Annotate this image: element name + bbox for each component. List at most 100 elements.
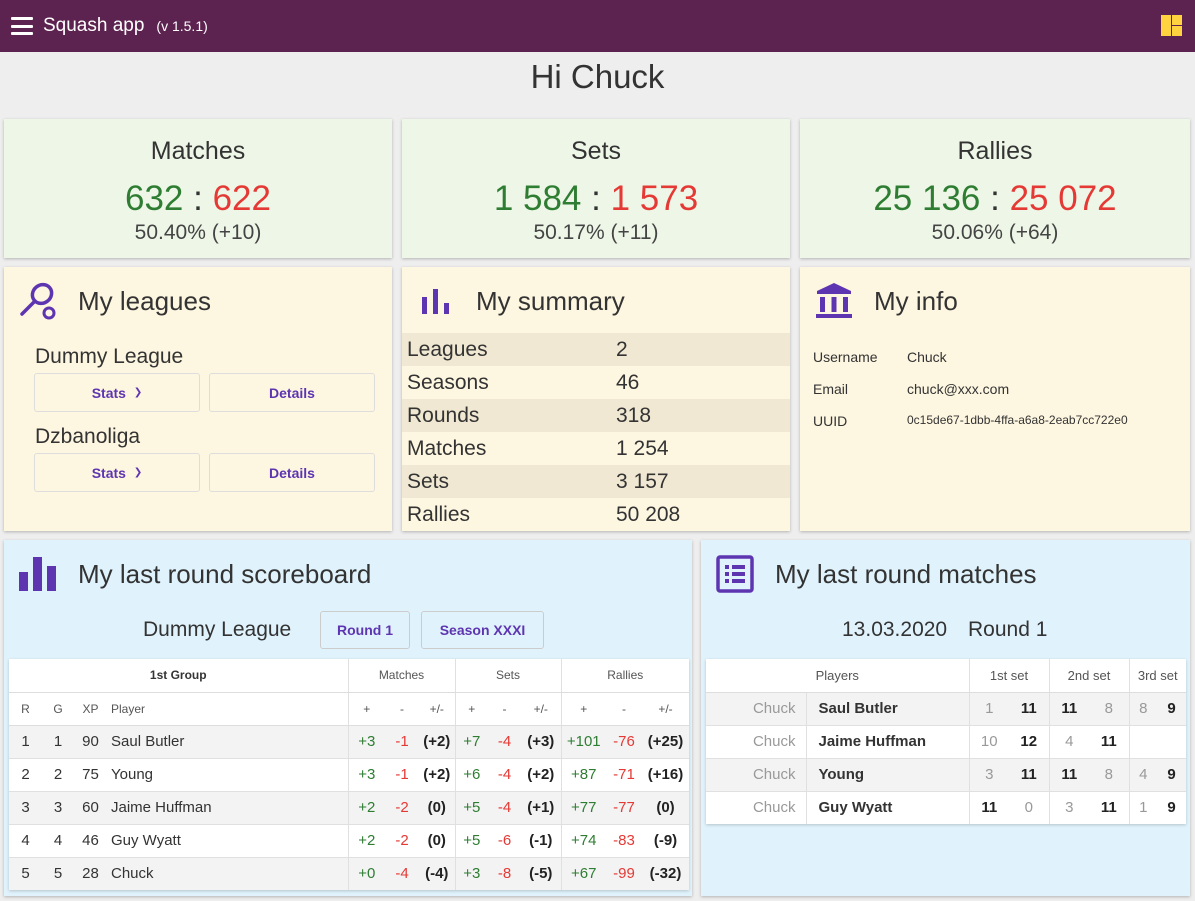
bar-chart-icon (422, 289, 449, 314)
summary-row: Leagues 2 (402, 333, 790, 366)
matches-stat-card: Matches 632 : 622 50.40% (+10) (4, 119, 392, 258)
season-button[interactable]: Season XXXI (421, 611, 544, 649)
table-cell: 4 (9, 823, 42, 857)
table-cell: -71 (606, 757, 642, 791)
table-cell: 60 (74, 790, 107, 824)
summary-key: Rounds (407, 403, 480, 427)
info-key: Email (813, 381, 849, 397)
set-score: 8 (1128, 691, 1157, 725)
table-cell: +101 (560, 724, 606, 758)
set-score: 9 (1157, 757, 1186, 791)
set-score: 0 (1009, 790, 1049, 824)
player-name: Guy Wyatt (107, 823, 348, 857)
group-header: 1st Group (9, 659, 348, 693)
table-cell: -4 (488, 757, 521, 791)
set-score: 11 (1089, 790, 1129, 824)
button-label: Stats (91, 384, 126, 401)
card-title: My leagues (78, 285, 211, 316)
lost-value: 25 072 (1009, 179, 1117, 218)
won-value: 1 584 (493, 179, 582, 218)
bank-icon (816, 283, 852, 318)
bar-chart-icon (19, 557, 56, 591)
set-score: 3 (1048, 790, 1089, 824)
table-cell: +7 (454, 724, 488, 758)
set-score: 11 (1009, 757, 1049, 791)
stat-title: Matches (150, 137, 246, 165)
table-cell: -4 (488, 790, 521, 824)
set-score (1157, 724, 1186, 758)
table-cell: (-4) (419, 856, 455, 890)
stat-percentage: 50.40% (+10) (134, 221, 262, 244)
table-row: 1 1 90 Saul Butler +3 -1 (+2) +7 -4 (+3) +101 -76 (+… (9, 724, 689, 758)
table-cell: -4 (385, 856, 419, 890)
my-leagues-card: My leagues Dummy League Stats ❯ Details D… (4, 267, 392, 531)
table-cell: -76 (606, 724, 642, 758)
menu-icon[interactable] (11, 17, 33, 35)
table-cell: +2 (347, 790, 385, 824)
my-name: Chuck (706, 724, 806, 758)
set-score: 11 (1009, 691, 1049, 725)
set-score: 12 (1009, 724, 1049, 758)
summary-value: 318 (616, 403, 652, 427)
round-button[interactable]: Round 1 (320, 611, 410, 649)
table-cell: 46 (74, 823, 107, 857)
table-cell: +74 (560, 823, 606, 857)
dashboard-icon[interactable] (1161, 15, 1182, 36)
table-cell: (+25) (642, 724, 689, 758)
set-score: 9 (1157, 790, 1186, 824)
summary-value: 3 157 (616, 469, 669, 493)
sets-stat-card: Sets 1 584 : 1 573 50.17% (+11) (402, 119, 790, 258)
set3-header: 3rd set (1128, 659, 1186, 693)
column-header: + (560, 692, 606, 726)
table-cell: +67 (560, 856, 606, 890)
table-cell: 5 (42, 856, 74, 890)
card-title: My summary (476, 285, 625, 316)
stat-score: 1 584 : 1 573 (493, 179, 699, 218)
set2-header: 2nd set (1048, 659, 1129, 693)
button-label: Stats (91, 464, 126, 481)
table-cell: -1 (385, 724, 419, 758)
player-name: Saul Butler (107, 724, 348, 758)
set1-header: 1st set (968, 659, 1049, 693)
table-cell: (+2) (419, 757, 455, 791)
table-row: 2 2 75 Young +3 -1 (+2) +6 -4 (+2) +87 -71 (+16) (9, 757, 689, 791)
set-score: 11 (1089, 724, 1129, 758)
column-header: - (385, 692, 419, 726)
stat-score: 25 136 : 25 072 (873, 179, 1117, 218)
stats-button[interactable]: Stats ❯ (34, 453, 200, 492)
summary-key: Leagues (407, 337, 488, 361)
matches-header: Matches (347, 659, 455, 693)
league-name: Dummy League (143, 618, 292, 641)
table-cell: 5 (9, 856, 42, 890)
chevron-down-icon: ❯ (133, 387, 143, 398)
table-cell: (0) (419, 823, 455, 857)
stats-button[interactable]: Stats ❯ (34, 373, 200, 412)
info-row-uuid: UUID 0c15de67-1dbb-4ffa-a6a8-2eab7cc722e0 (813, 413, 1128, 429)
top-bar: Squash app (v 1.5.1) (0, 0, 1195, 52)
table-row: 5 5 28 Chuck +0 -4 (-4) +3 -8 (-5) +67 -99 (-32) (9, 856, 689, 890)
column-header: + (454, 692, 488, 726)
table-cell: 3 (42, 790, 74, 824)
set-score: 9 (1157, 691, 1186, 725)
table-cell: -8 (488, 856, 521, 890)
details-button[interactable]: Details (209, 373, 375, 412)
table-cell: (-1) (521, 823, 561, 857)
table-cell: (+2) (521, 757, 561, 791)
table-cell: 1 (42, 724, 74, 758)
app-title: Squash app (43, 15, 145, 36)
set-score: 4 (1048, 724, 1089, 758)
match-round: Round 1 (968, 618, 1048, 641)
details-button[interactable]: Details (209, 453, 375, 492)
table-cell: -77 (606, 790, 642, 824)
lost-value: 1 573 (610, 179, 699, 218)
set-score: 8 (1089, 691, 1129, 725)
table-cell: 3 (9, 790, 42, 824)
opponent-name: Saul Butler (805, 691, 969, 725)
info-key: UUID (813, 413, 848, 429)
set-score: 11 (968, 790, 1009, 824)
set-score: 4 (1128, 757, 1157, 791)
summary-row: Seasons 46 (402, 366, 790, 399)
match-row: Chuck Jaime Huffman 10 12 4 11 (706, 724, 1186, 758)
card-title: My last round matches (775, 558, 1037, 589)
summary-row: Rallies 50 208 (402, 498, 790, 531)
